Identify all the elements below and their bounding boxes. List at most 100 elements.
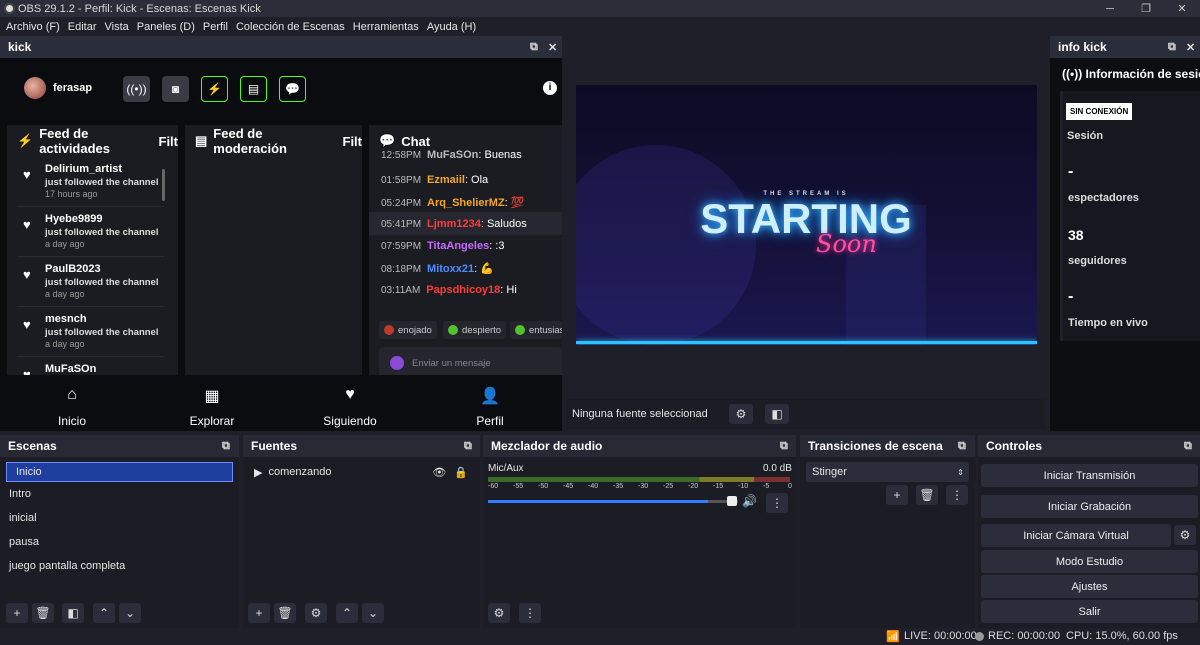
window-title: OBS 29.1.2 - Perfil: Kick - Escenas: Esc… <box>18 2 261 15</box>
transitions-title: Transiciones de escena <box>808 439 943 453</box>
source-item[interactable]: ▶ comenzando 👁 🔒 <box>243 460 480 484</box>
move-down-button[interactable]: ⌄ <box>119 603 141 623</box>
chat-bubble-icon[interactable]: 💬 <box>279 76 306 102</box>
gear-icon[interactable]: ⚙ <box>729 404 753 424</box>
feed-filter-label[interactable]: Filt <box>159 134 179 149</box>
nav-siguiendo[interactable]: ♥ Siguiendo <box>280 386 420 428</box>
emote-chip[interactable]: entusias <box>510 321 562 339</box>
move-down-button[interactable]: ⌄ <box>362 603 384 623</box>
emote-chip[interactable]: enojado <box>379 321 437 339</box>
chat-bubble-icon: 💬 <box>379 133 396 148</box>
source-properties-button[interactable]: ⚙ <box>305 603 327 623</box>
meter-tick-label: -40 <box>588 483 599 490</box>
add-source-button[interactable]: + <box>248 603 270 623</box>
avatar[interactable] <box>24 77 46 99</box>
speaker-icon[interactable]: 🔊 <box>742 494 757 508</box>
mixer-menu-button[interactable]: ⋮ <box>766 493 788 513</box>
broadcast-icon[interactable]: ((•)) <box>123 76 150 102</box>
lock-icon[interactable]: 🔒 <box>454 466 468 479</box>
transition-options-button[interactable]: ⋮ <box>946 485 968 505</box>
document-icon[interactable]: ▤ <box>240 76 267 102</box>
menu-coleccion-escenas[interactable]: Colección de Escenas <box>236 21 345 33</box>
close-icon[interactable]: ✕ <box>548 41 557 54</box>
transition-select[interactable]: Stinger ⇕ <box>806 462 969 482</box>
nav-perfil[interactable]: 👤 Perfil <box>420 386 560 428</box>
undock-icon[interactable]: ⧉ <box>958 440 966 453</box>
source-item-label: comenzando <box>268 466 332 478</box>
chat-user[interactable]: Ljmm1234 <box>427 218 481 230</box>
remove-source-button[interactable]: 🗑 <box>274 603 296 623</box>
volume-slider-track[interactable] <box>488 500 738 503</box>
undock-icon[interactable]: ⧉ <box>780 440 788 453</box>
scene-item[interactable]: pausa <box>0 530 239 554</box>
menu-archivo[interactable]: Archivo (F) <box>6 21 60 33</box>
record-indicator-icon <box>975 632 984 641</box>
menu-vista[interactable]: Vista <box>105 21 129 33</box>
followers-value: 38 <box>1068 227 1084 243</box>
mixer-options-button[interactable]: ⋮ <box>519 603 541 623</box>
menu-editar[interactable]: Editar <box>68 21 97 33</box>
volume-slider-handle[interactable] <box>727 496 737 506</box>
scene-filter-button[interactable]: ◧ <box>62 603 84 623</box>
nav-inicio[interactable]: ⌂ Inicio <box>2 386 142 428</box>
close-icon[interactable]: ✕ <box>1186 41 1195 54</box>
emoji-picker-icon[interactable] <box>390 356 404 370</box>
move-up-button[interactable]: ⌃ <box>93 603 115 623</box>
menu-herramientas[interactable]: Herramientas <box>353 21 419 33</box>
info-icon[interactable]: i <box>543 81 557 95</box>
maximize-button[interactable]: ❐ <box>1128 0 1164 17</box>
start-streaming-button[interactable]: Iniciar Transmisión <box>981 464 1198 487</box>
viewers-label: espectadores <box>1068 192 1139 204</box>
move-up-button[interactable]: ⌃ <box>336 603 358 623</box>
menu-paneles[interactable]: Paneles (D) <box>137 21 195 33</box>
mixer-advanced-button[interactable]: ⚙ <box>488 603 510 623</box>
settings-button[interactable]: Ajustes <box>981 575 1198 598</box>
camera-icon[interactable]: ◙ <box>162 76 189 102</box>
moderation-filter-label[interactable]: Filt <box>343 134 363 149</box>
chat-input[interactable]: Enviar un mensaje <box>379 347 562 375</box>
nav-explorar[interactable]: ▦ Explorar <box>142 386 282 428</box>
chat-time: 05:24PM <box>381 198 422 209</box>
chat-user[interactable]: Mitoxx21 <box>427 263 474 275</box>
chat-user[interactable]: MuFaSOn <box>427 149 478 161</box>
remove-transition-button[interactable]: 🗑 <box>916 485 938 505</box>
chat-user[interactable]: Arq_ShelierMZ <box>427 197 505 209</box>
preview-canvas[interactable]: THE STREAM IS STARTING Soon <box>576 85 1037 345</box>
chat-user[interactable]: TitaAngeles <box>427 240 489 252</box>
kick-dock-header: kick ⧉ ✕ <box>0 36 562 58</box>
nav-siguiendo-label: Siguiendo <box>323 414 377 428</box>
filter-icon[interactable]: ◧ <box>765 404 789 424</box>
lightning-icon[interactable]: ⚡ <box>201 76 228 102</box>
undock-icon[interactable]: ⧉ <box>464 440 472 453</box>
undock-icon[interactable]: ⧉ <box>530 41 538 54</box>
emote-chip[interactable]: despierto <box>443 321 507 339</box>
scene-item[interactable]: Inicio <box>6 462 233 482</box>
feed-item-time: a day ago <box>45 289 85 299</box>
start-recording-button[interactable]: Iniciar Grabación <box>981 495 1198 518</box>
chat-message: 12:58PM MuFaSOn: Buenas <box>381 149 522 161</box>
studio-mode-button[interactable]: Modo Estudio <box>981 550 1198 573</box>
remove-scene-button[interactable]: 🗑 <box>32 603 54 623</box>
close-window-button[interactable]: ✕ <box>1164 0 1200 17</box>
chat-text: : Hi <box>500 284 517 296</box>
heart-icon: ♥ <box>23 367 31 375</box>
chat-user[interactable]: Ezmaiil <box>427 174 465 186</box>
undock-icon[interactable]: ⧉ <box>1184 440 1192 453</box>
add-scene-button[interactable]: + <box>6 603 28 623</box>
gear-icon[interactable]: ⚙ <box>1174 525 1196 545</box>
feed-scrollbar[interactable] <box>162 169 165 201</box>
menu-ayuda[interactable]: Ayuda (H) <box>427 21 476 33</box>
minimize-button[interactable]: ─ <box>1092 0 1128 17</box>
chat-user[interactable]: Papsdhicoy18 <box>426 284 500 296</box>
activity-feed-header: ⚡ Feed de actividades Filt <box>7 125 178 157</box>
scene-item[interactable]: inicial <box>0 506 239 530</box>
eye-icon[interactable]: 👁 <box>432 466 446 479</box>
exit-button[interactable]: Salir <box>981 600 1198 623</box>
start-virtual-camera-button[interactable]: Iniciar Cámara Virtual <box>981 524 1171 547</box>
add-transition-button[interactable]: + <box>886 485 908 505</box>
undock-icon[interactable]: ⧉ <box>222 440 230 453</box>
scene-item[interactable]: juego pantalla completa <box>0 554 239 578</box>
menu-perfil[interactable]: Perfil <box>203 21 228 33</box>
scene-item[interactable]: Intro <box>0 482 239 506</box>
undock-icon[interactable]: ⧉ <box>1168 41 1176 54</box>
